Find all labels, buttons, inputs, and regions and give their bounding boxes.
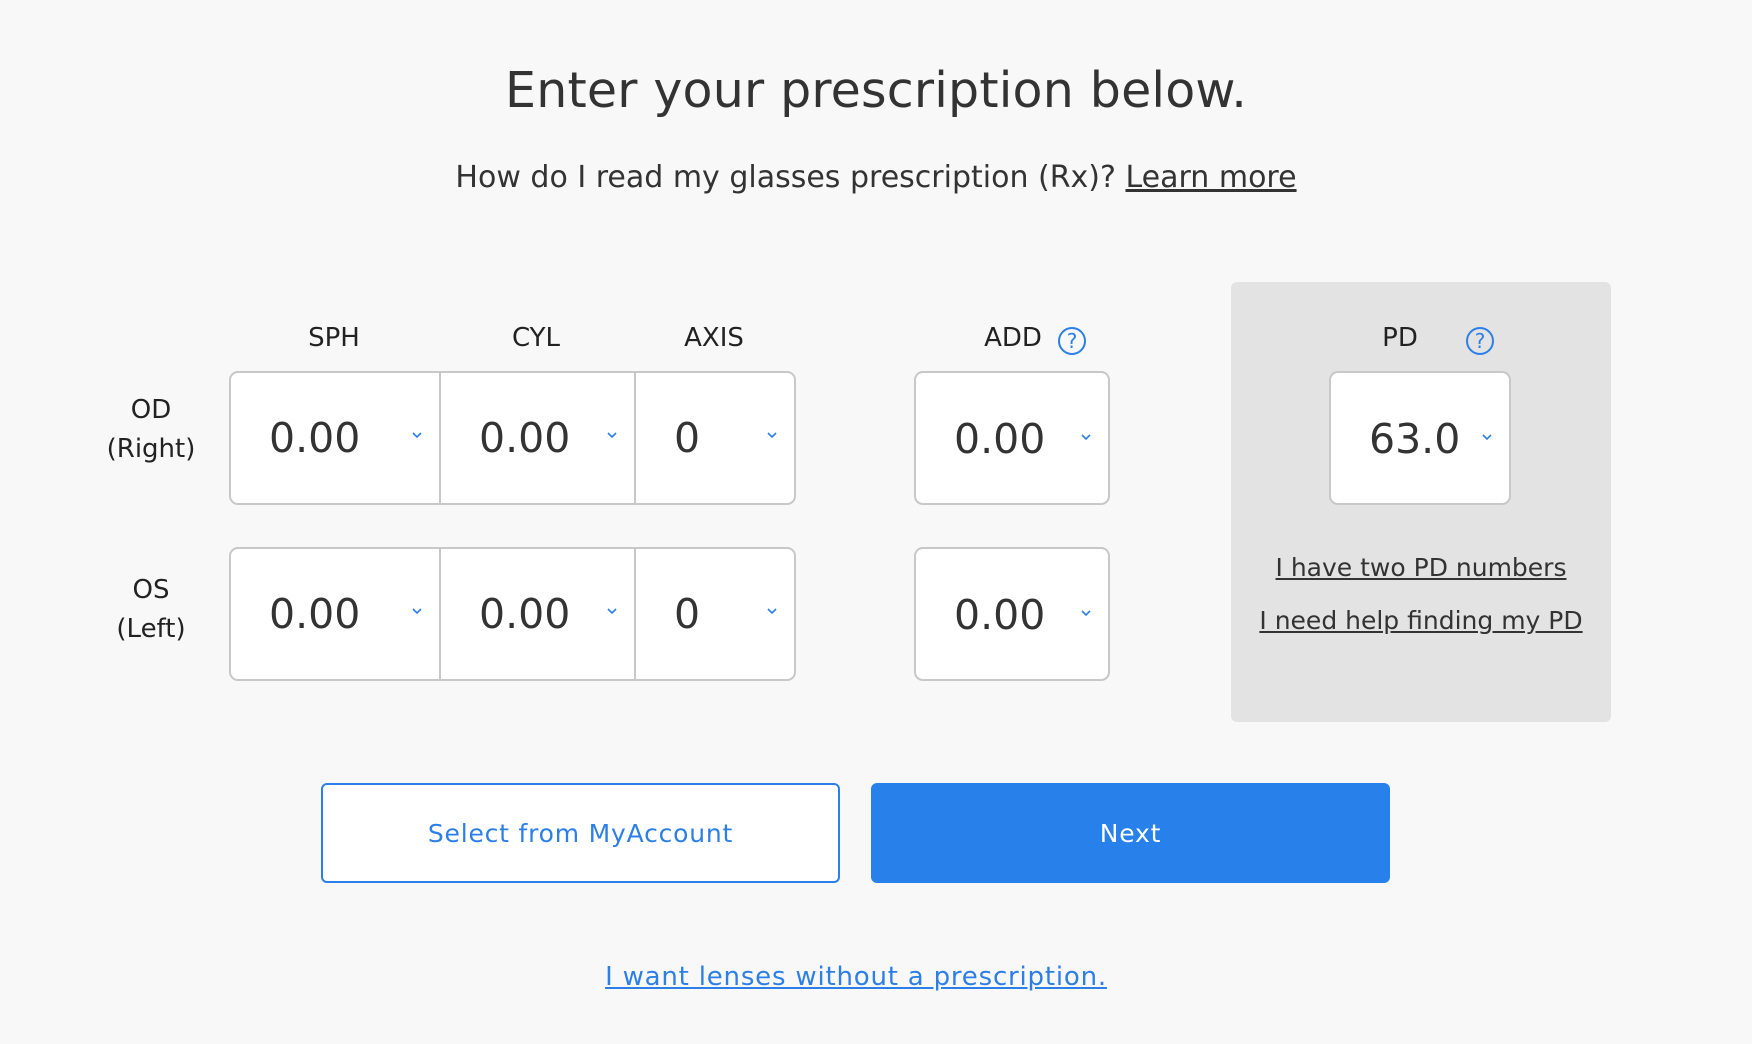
help-glyph: ?	[1474, 329, 1486, 353]
chevron-down-icon	[767, 607, 777, 616]
select-from-myaccount-button[interactable]: Select from MyAccount	[321, 783, 840, 883]
learn-more-link[interactable]: Learn more	[1125, 160, 1296, 195]
pd-value: 63.0	[1369, 415, 1461, 463]
chevron-down-icon	[1081, 433, 1091, 442]
os-axis-select[interactable]: 0	[634, 549, 794, 679]
chevron-down-icon	[1482, 433, 1492, 442]
chevron-down-icon	[1081, 609, 1091, 618]
os-rx-group: 0.00 0.00 0	[229, 547, 796, 681]
od-sph-value: 0.00	[269, 414, 361, 462]
col-label-add: ADD	[984, 323, 1042, 353]
row-label-od-line1: OD	[130, 395, 172, 425]
os-axis-value: 0	[674, 590, 701, 638]
od-cyl-value: 0.00	[479, 414, 571, 462]
row-label-od-line2: (Right)	[106, 434, 196, 464]
col-label-cyl: CYL	[511, 323, 561, 353]
od-axis-select[interactable]: 0	[634, 373, 794, 503]
subtitle: How do I read my glasses prescription (R…	[0, 160, 1752, 195]
col-label-pd: PD	[1382, 323, 1418, 353]
col-label-axis: AXIS	[684, 323, 744, 353]
od-add-select[interactable]: 0.00	[914, 371, 1110, 505]
chevron-down-icon	[412, 431, 422, 440]
row-label-os-line2: (Left)	[116, 614, 186, 644]
pd-help-icon[interactable]: ?	[1466, 327, 1494, 355]
row-label-od: OD (Right)	[95, 391, 207, 469]
subtitle-text: How do I read my glasses prescription (R…	[455, 160, 1116, 195]
od-rx-group: 0.00 0.00 0	[229, 371, 796, 505]
chevron-down-icon	[607, 431, 617, 440]
page-title: Enter your prescription below.	[505, 62, 1247, 119]
od-add-value: 0.00	[954, 415, 1046, 463]
pd-help-link[interactable]: I need help finding my PD	[1231, 606, 1611, 635]
row-label-os: OS (Left)	[95, 571, 207, 649]
os-add-value: 0.00	[954, 591, 1046, 639]
add-help-icon[interactable]: ?	[1058, 327, 1086, 355]
next-button[interactable]: Next	[871, 783, 1390, 883]
row-label-os-line1: OS	[132, 575, 170, 605]
help-glyph: ?	[1066, 329, 1078, 353]
os-add-select[interactable]: 0.00	[914, 547, 1110, 681]
os-cyl-select[interactable]: 0.00	[439, 549, 634, 679]
col-label-sph: SPH	[308, 323, 360, 353]
os-cyl-value: 0.00	[479, 590, 571, 638]
os-sph-select[interactable]: 0.00	[231, 549, 439, 679]
chevron-down-icon	[607, 607, 617, 616]
od-cyl-select[interactable]: 0.00	[439, 373, 634, 503]
pd-panel: PD ? 63.0 I have two PD numbers I need h…	[1231, 282, 1611, 722]
two-pd-numbers-link[interactable]: I have two PD numbers	[1231, 553, 1611, 582]
os-sph-value: 0.00	[269, 590, 361, 638]
od-sph-select[interactable]: 0.00	[231, 373, 439, 503]
od-axis-value: 0	[674, 414, 701, 462]
chevron-down-icon	[767, 431, 777, 440]
no-prescription-link[interactable]: I want lenses without a prescription.	[0, 962, 1712, 992]
chevron-down-icon	[412, 607, 422, 616]
pd-select[interactable]: 63.0	[1329, 371, 1511, 505]
